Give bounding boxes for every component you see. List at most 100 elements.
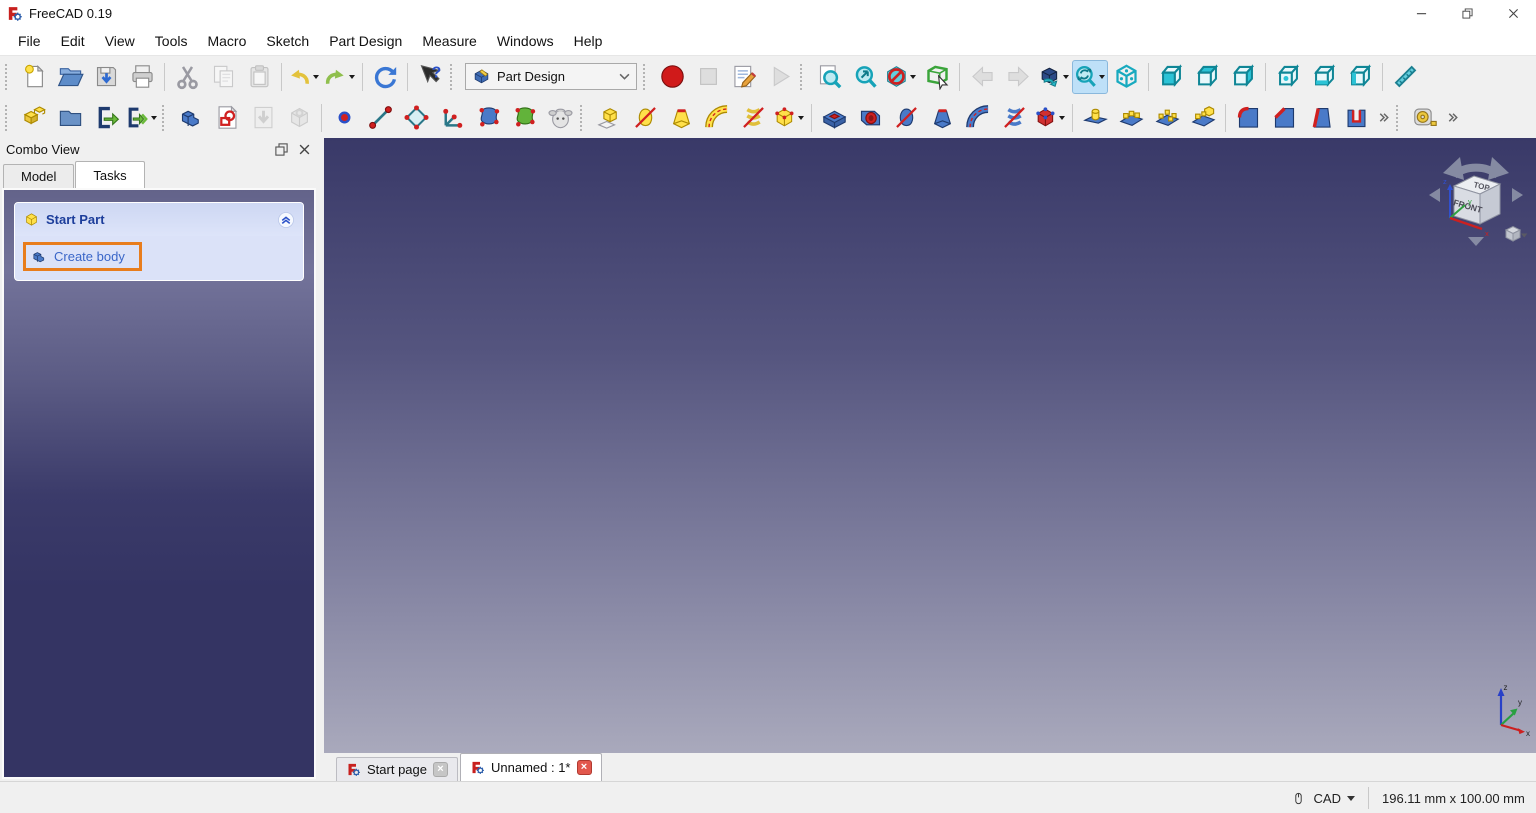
subtractive-primitive-button[interactable] — [1032, 101, 1068, 135]
create-body-button[interactable] — [173, 101, 209, 135]
hole-button[interactable] — [852, 101, 888, 135]
additive-pipe-button[interactable] — [699, 101, 735, 135]
link-navigation-button[interactable] — [1036, 60, 1072, 94]
make-link-group-button[interactable] — [124, 101, 160, 135]
fillet-button[interactable] — [1230, 101, 1266, 135]
view-top-button[interactable] — [1189, 60, 1225, 94]
linear-pattern-button[interactable] — [1113, 101, 1149, 135]
collapse-section-icon[interactable] — [277, 211, 295, 229]
menu-windows[interactable]: Windows — [487, 29, 564, 53]
menu-file[interactable]: File — [8, 29, 51, 53]
menu-macro[interactable]: Macro — [197, 29, 256, 53]
dropdown-arrow-icon[interactable] — [312, 61, 321, 93]
minimize-button[interactable] — [1398, 0, 1444, 26]
freecad-logo-icon — [346, 762, 361, 777]
dropdown-arrow-icon[interactable] — [1062, 61, 1071, 93]
close-button[interactable] — [1490, 0, 1536, 26]
restore-button[interactable] — [1444, 0, 1490, 26]
draw-style-button[interactable] — [883, 60, 919, 94]
dropdown-arrow-icon[interactable] — [797, 102, 806, 134]
axonometric-view-button[interactable] — [1108, 60, 1144, 94]
create-group-button[interactable] — [52, 101, 88, 135]
undo-button[interactable] — [286, 60, 322, 94]
macro-record-button[interactable] — [654, 60, 690, 94]
dropdown-arrow-icon[interactable] — [1098, 61, 1107, 93]
create-sketch-button[interactable] — [209, 101, 245, 135]
menu-sketch[interactable]: Sketch — [256, 29, 319, 53]
mirrored-button[interactable] — [1077, 101, 1113, 135]
tab-tasks[interactable]: Tasks — [75, 161, 145, 188]
workbench-selector[interactable]: Part Design — [465, 63, 637, 90]
dropdown-arrow-icon[interactable] — [150, 102, 159, 134]
dropdown-arrow-icon[interactable] — [909, 61, 918, 93]
pad-button[interactable] — [591, 101, 627, 135]
new-document-button[interactable] — [16, 60, 52, 94]
measure-linear-button[interactable] — [1407, 101, 1443, 135]
document-tab-unnamed[interactable]: Unnamed : 1* × — [460, 753, 602, 781]
additive-loft-button[interactable] — [663, 101, 699, 135]
menu-part-design[interactable]: Part Design — [319, 29, 412, 53]
groove-button[interactable] — [888, 101, 924, 135]
create-body-task-button[interactable]: Create body — [26, 245, 139, 268]
local-coordinate-system-button[interactable] — [434, 101, 470, 135]
menu-help[interactable]: Help — [564, 29, 613, 53]
refresh-document-button[interactable] — [367, 60, 403, 94]
save-document-button[interactable] — [88, 60, 124, 94]
whats-this-help-button[interactable]: ? — [412, 60, 448, 94]
menu-edit[interactable]: Edit — [51, 29, 95, 53]
toolbar-extension-2-button[interactable] — [1443, 101, 1463, 135]
redo-button[interactable] — [322, 60, 358, 94]
additive-helix-button[interactable] — [735, 101, 771, 135]
view-right-button[interactable] — [1225, 60, 1261, 94]
3d-viewport[interactable]: TOP FRONT z y x z y x — [324, 138, 1536, 753]
document-tab-start-page[interactable]: Start page × — [336, 757, 458, 781]
sub-shape-binder-button[interactable] — [506, 101, 542, 135]
menu-tools[interactable]: Tools — [145, 29, 198, 53]
close-tab-icon[interactable]: × — [433, 762, 448, 777]
subtractive-pipe-button[interactable] — [960, 101, 996, 135]
view-front-button[interactable] — [1153, 60, 1189, 94]
revolution-button[interactable] — [627, 101, 663, 135]
fit-selection-button[interactable] — [847, 60, 883, 94]
sync-view-button[interactable] — [1072, 59, 1108, 94]
view-left-button[interactable] — [1342, 60, 1378, 94]
subtractive-helix-button[interactable] — [996, 101, 1032, 135]
datum-plane-button[interactable] — [398, 101, 434, 135]
view-rear-button[interactable] — [1270, 60, 1306, 94]
fit-all-button[interactable] — [811, 60, 847, 94]
close-tab-icon[interactable]: × — [576, 760, 592, 775]
datum-line-button[interactable] — [362, 101, 398, 135]
dropdown-arrow-icon[interactable] — [348, 61, 357, 93]
thickness-button[interactable] — [1338, 101, 1374, 135]
make-link-button[interactable] — [88, 101, 124, 135]
additive-primitive-button[interactable] — [771, 101, 807, 135]
nav-cube-menu-icon[interactable] — [1504, 225, 1528, 242]
chamfer-button[interactable] — [1266, 101, 1302, 135]
tab-model[interactable]: Model — [3, 164, 75, 188]
close-panel-icon[interactable] — [297, 142, 312, 157]
view-bottom-button[interactable] — [1306, 60, 1342, 94]
datum-point-button[interactable] — [326, 101, 362, 135]
start-part-section-header[interactable]: Start Part — [15, 203, 303, 236]
subtractive-loft-button[interactable] — [924, 101, 960, 135]
print-button[interactable] — [124, 60, 160, 94]
menu-measure[interactable]: Measure — [412, 29, 486, 53]
open-document-button[interactable] — [52, 60, 88, 94]
menu-view[interactable]: View — [95, 29, 145, 53]
navigation-style-selector[interactable]: CAD — [1314, 791, 1355, 806]
pocket-button[interactable] — [816, 101, 852, 135]
dropdown-arrow-icon[interactable] — [1058, 102, 1067, 134]
clone-button[interactable] — [542, 101, 578, 135]
toolbar-extension-button[interactable] — [1374, 101, 1394, 135]
shape-binder-button[interactable] — [470, 101, 506, 135]
multi-transform-button[interactable] — [1185, 101, 1221, 135]
macro-edit-button[interactable] — [726, 60, 762, 94]
polar-pattern-button[interactable] — [1149, 101, 1185, 135]
cut-button[interactable] — [169, 60, 205, 94]
selection-bounding-box-button[interactable] — [919, 60, 955, 94]
draft-button[interactable] — [1302, 101, 1338, 135]
float-panel-icon[interactable] — [274, 142, 289, 157]
create-part-button[interactable] — [16, 101, 52, 135]
navigation-cube[interactable]: TOP FRONT z y x — [1424, 144, 1528, 248]
measure-distance-button[interactable] — [1387, 60, 1423, 94]
